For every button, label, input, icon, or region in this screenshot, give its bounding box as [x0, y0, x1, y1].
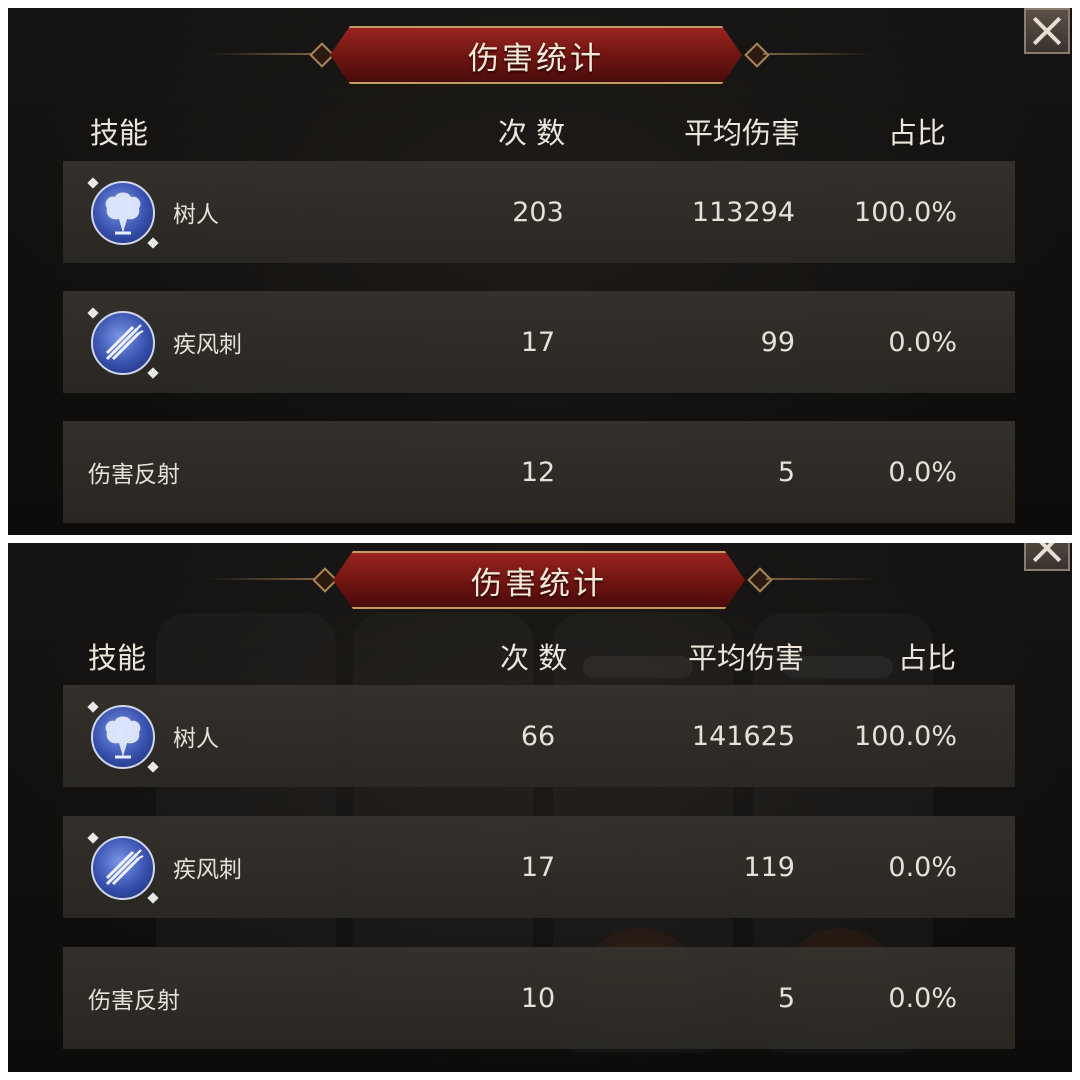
header-percent: 占比	[898, 641, 957, 675]
avg-damage: 99	[760, 326, 795, 358]
damage-stats-panel-1: 伤害统计 技能 次 数 平均伤害 占比 树人 203 113294 100.0%…	[8, 8, 1072, 535]
hit-count: 10	[520, 982, 556, 1014]
title-ornament-left	[208, 53, 318, 55]
table-row: 伤害反射 12 5 0.0%	[63, 421, 1015, 523]
skill-name: 疾风刺	[173, 332, 242, 358]
damage-percent: 0.0%	[888, 456, 957, 488]
header-skill: 技能	[90, 116, 149, 150]
skill-name: 树人	[173, 202, 219, 228]
tree-spirit-icon	[91, 181, 155, 245]
table-row: 伤害反射 10 5 0.0%	[63, 947, 1015, 1049]
header-skill: 技能	[88, 641, 147, 675]
title-diamond-right	[744, 42, 770, 68]
table-row: 树人 66 141625 100.0%	[63, 685, 1015, 787]
header-percent: 占比	[888, 116, 947, 150]
title-diamond-right	[747, 567, 773, 593]
damage-percent: 0.0%	[888, 982, 957, 1014]
tree-spirit-icon	[91, 705, 155, 769]
damage-stats-panel-2: 伤害统计 技能 次 数 平均伤害 占比 树人 66 141625 100.0% …	[8, 543, 1072, 1072]
title-banner: 伤害统计	[330, 26, 742, 84]
title-ornament-right	[766, 578, 876, 580]
avg-damage: 141625	[691, 720, 795, 752]
skill-name: 树人	[173, 726, 219, 752]
damage-percent: 100.0%	[854, 196, 957, 228]
header-count: 次 数	[500, 641, 568, 675]
panel-title: 伤害统计	[468, 40, 604, 77]
avg-damage: 5	[777, 456, 795, 488]
close-icon[interactable]	[1024, 8, 1070, 54]
background-bar	[583, 656, 693, 678]
hit-count: 17	[520, 851, 556, 883]
avg-damage: 5	[777, 982, 795, 1014]
table-row: 树人 203 113294 100.0%	[63, 161, 1015, 263]
hit-count: 203	[512, 196, 564, 228]
skill-name: 伤害反射	[88, 462, 180, 488]
title-ornament-right	[763, 53, 873, 55]
skill-name: 疾风刺	[173, 857, 242, 883]
header-avg-damage: 平均伤害	[688, 641, 805, 675]
table-row: 疾风刺 17 99 0.0%	[63, 291, 1015, 393]
close-icon[interactable]	[1024, 543, 1070, 571]
damage-percent: 100.0%	[854, 720, 957, 752]
avg-damage: 119	[743, 851, 795, 883]
avg-damage: 113294	[691, 196, 795, 228]
title-banner: 伤害统计	[333, 551, 745, 609]
table-row: 疾风刺 17 119 0.0%	[63, 816, 1015, 918]
wind-thrust-icon	[91, 836, 155, 900]
panel-title: 伤害统计	[471, 565, 607, 602]
damage-percent: 0.0%	[888, 326, 957, 358]
header-count: 次 数	[498, 116, 566, 150]
skill-name: 伤害反射	[88, 988, 180, 1014]
hit-count: 12	[520, 456, 556, 488]
hit-count: 66	[520, 720, 556, 752]
header-avg-damage: 平均伤害	[684, 116, 801, 150]
hit-count: 17	[520, 326, 556, 358]
title-ornament-left	[208, 578, 318, 580]
damage-percent: 0.0%	[888, 851, 957, 883]
wind-thrust-icon	[91, 311, 155, 375]
